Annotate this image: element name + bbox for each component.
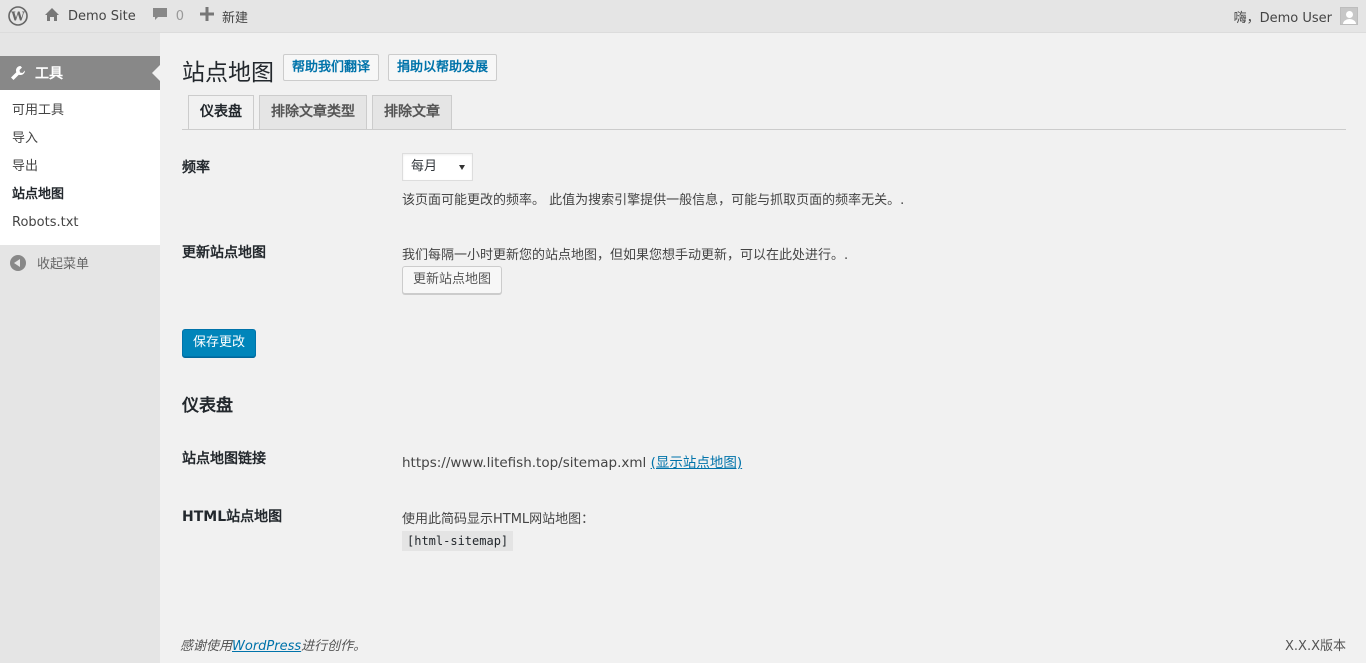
avatar <box>1340 7 1358 25</box>
show-sitemap-link[interactable]: (显示站点地图) <box>651 455 743 471</box>
home-icon <box>44 7 60 26</box>
submenu-import[interactable]: 导入 <box>0 125 160 153</box>
frequency-select[interactable]: 每月 <box>402 153 473 181</box>
new-label: 新建 <box>222 10 249 26</box>
submenu-export[interactable]: 导出 <box>0 153 160 181</box>
collapse-icon <box>10 254 26 271</box>
submenu-available-tools[interactable]: 可用工具 <box>0 97 160 125</box>
frequency-value: 每月 <box>411 159 438 174</box>
site-name-link[interactable]: Demo Site <box>36 0 144 33</box>
tools-submenu: 可用工具 导入 导出 站点地图 Robots.txt <box>0 90 160 245</box>
account-menu[interactable]: 嗨，Demo User <box>1226 0 1366 33</box>
nav-tabs: 仪表盘 排除文章类型 排除文章 <box>188 95 457 130</box>
footer-version: X.X.X版本 <box>1285 639 1346 654</box>
submenu-robots[interactable]: Robots.txt <box>0 209 160 237</box>
wrench-icon <box>10 65 26 81</box>
wordpress-logo-icon[interactable]: W <box>0 0 36 33</box>
donate-button[interactable]: 捐助以帮助发展 <box>388 54 498 81</box>
tab-exclude-post-types[interactable]: 排除文章类型 <box>259 95 367 130</box>
help-translate-button[interactable]: 帮助我们翻译 <box>283 54 380 81</box>
html-sitemap-label: HTML站点地图 <box>182 509 283 525</box>
wordpress-link[interactable]: WordPress <box>232 639 301 654</box>
update-sitemap-button[interactable]: 更新站点地图 <box>402 266 503 294</box>
collapse-label: 收起菜单 <box>37 257 90 272</box>
save-changes-button[interactable]: 保存更改 <box>182 329 257 357</box>
html-sitemap-description: 使用此简码显示HTML网站地图： <box>402 512 595 527</box>
update-sitemap-description: 我们每隔一小时更新您的站点地图，但如果您想手动更新，可以在此处进行。. <box>402 248 849 263</box>
new-content-link[interactable]: 新建 <box>192 0 256 33</box>
comments-link[interactable]: 0 <box>144 0 192 33</box>
frequency-label: 频率 <box>182 160 210 176</box>
dashboard-heading: 仪表盘 <box>182 396 233 416</box>
footer-thanks: 感谢使用WordPress进行创作。 <box>180 635 366 654</box>
footer-thanks-suffix: 进行创作。 <box>301 639 367 654</box>
plus-icon <box>200 7 214 25</box>
comments-count: 0 <box>175 8 184 24</box>
comment-icon <box>152 7 168 26</box>
tab-exclude-posts[interactable]: 排除文章 <box>372 95 452 130</box>
admin-sidebar: 工具 可用工具 导入 导出 站点地图 Robots.txt 收起菜单 <box>0 33 160 663</box>
tab-dashboard[interactable]: 仪表盘 <box>188 95 254 130</box>
footer-thanks-prefix: 感谢使用 <box>180 639 233 654</box>
menu-tools-label: 工具 <box>35 66 63 82</box>
sitemap-link-label: 站点地图链接 <box>182 451 266 467</box>
html-sitemap-shortcode[interactable]: [html-sitemap] <box>402 531 514 551</box>
current-menu-arrow <box>152 65 160 81</box>
sitemap-link-row: https://www.litefish.top/sitemap.xml (显示… <box>402 451 742 471</box>
submenu-sitemap[interactable]: 站点地图 <box>0 181 160 209</box>
sitemap-url[interactable]: https://www.litefish.top/sitemap.xml <box>402 455 646 471</box>
site-name: Demo Site <box>68 8 136 24</box>
main-content: 站点地图 帮助我们翻译 捐助以帮助发展 仪表盘 排除文章类型 排除文章 频率 每… <box>160 33 1366 663</box>
frequency-description: 该页面可能更改的频率。 此值为搜索引擎提供一般信息，可能与抓取页面的频率无关。. <box>402 193 905 208</box>
update-sitemap-label: 更新站点地图 <box>182 245 266 261</box>
page-title: 站点地图 <box>182 60 274 86</box>
menu-tools[interactable]: 工具 <box>0 56 160 90</box>
greeting: 嗨，Demo User <box>1233 10 1332 26</box>
chevron-down-icon <box>459 165 465 170</box>
admin-bar: W Demo Site 0 新建 嗨，Demo User <box>0 0 1366 33</box>
collapse-menu-button[interactable]: 收起菜单 <box>10 253 89 272</box>
tab-divider <box>182 129 1346 130</box>
svg-text:W: W <box>10 10 25 24</box>
